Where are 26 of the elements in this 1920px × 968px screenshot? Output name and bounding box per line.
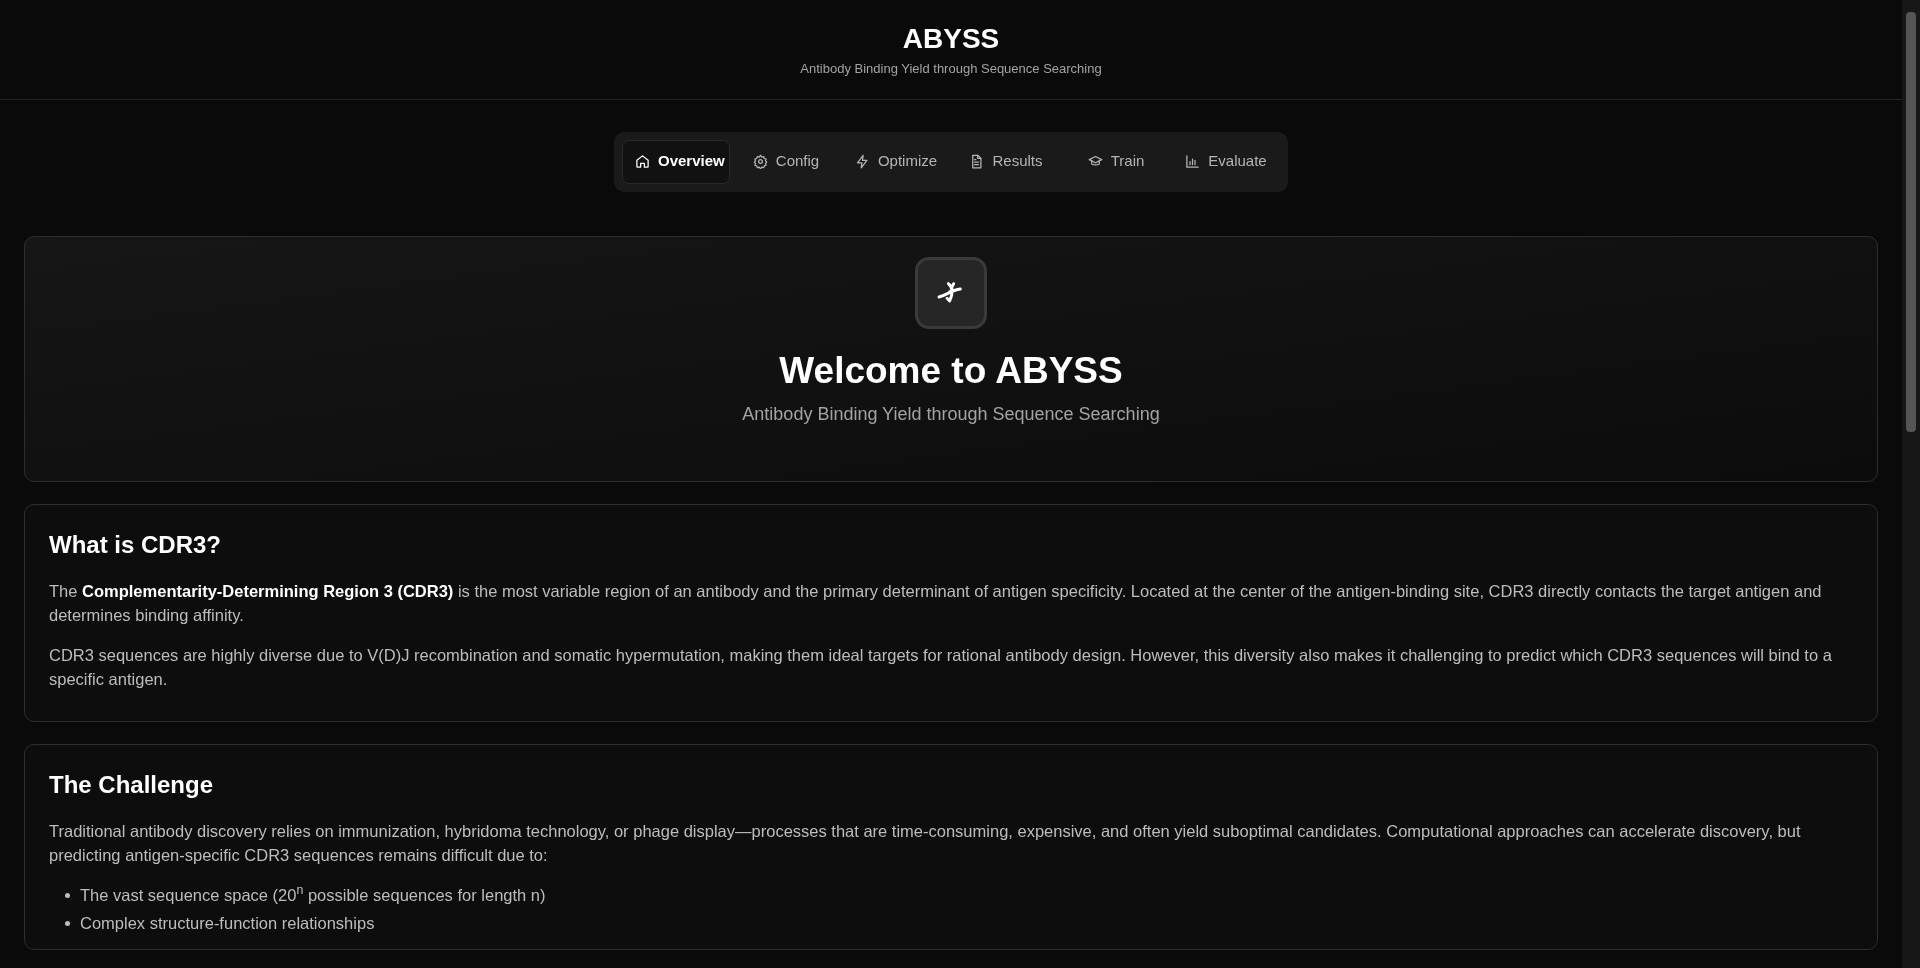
graduation-cap-icon — [1087, 154, 1103, 169]
bullet-text: Complex structure-function relationships — [80, 912, 375, 934]
nav-tab[interactable]: Config — [732, 139, 840, 184]
nav-tab[interactable]: Optimize — [842, 139, 950, 184]
bullet-icon — [65, 920, 70, 926]
hero-subtitle: Antibody Binding Yield through Sequence Searching — [742, 402, 1160, 426]
section-heading: What is CDR3? — [49, 529, 222, 560]
lightning-icon — [854, 154, 870, 169]
hero-title: Welcome to ABYSS — [779, 348, 1123, 393]
bar-chart-icon — [1185, 154, 1201, 169]
bullet-icon — [65, 892, 70, 898]
nav-tab[interactable]: Overview — [622, 139, 730, 184]
app-subtitle: Antibody Binding Yield through Sequence Searching — [800, 60, 1102, 78]
settings-icon — [752, 154, 768, 169]
nav-tab[interactable]: Evaluate — [1172, 139, 1280, 184]
app-title: ABYSS — [902, 22, 1000, 56]
nav-tab[interactable]: Train — [1062, 139, 1170, 184]
bullet-text: The vast sequence space (20$^{n}$ possible sequences for length n) — [80, 882, 546, 906]
home-icon — [635, 154, 650, 169]
body-paragraph: CDR3 sequences are highly diverse due to V(D)J recombination and somatic hypermutation, making them ideal targets for rational antibody design. However, this diversity also makes it challenging to predict which CDR3 sequences will bind to a specific antigen. — [49, 644, 1833, 690]
scrollbar[interactable] — [1902, 0, 1920, 968]
section-heading: The Challenge — [49, 769, 215, 800]
body-paragraph: The Complementarity-Determining Region 3 (CDR3) is the most variable region of an antibody and the primary determinant of antigen specificity. Located at the center of the antigen-binding site, CDR3 directly contacts the target antigen and determines binding affinity. — [49, 580, 1823, 626]
body-paragraph: Traditional antibody discovery relies on immunization, hybridoma technology, or phage display—processes that are time-consuming, expensive, and often yield suboptimal candidates. Computational approaches can accelerate discovery, but predicting antigen-specific CDR3 sequences remains difficult due to: — [49, 820, 1802, 866]
nav-tab[interactable]: Results — [952, 139, 1060, 184]
document-icon — [969, 154, 985, 169]
